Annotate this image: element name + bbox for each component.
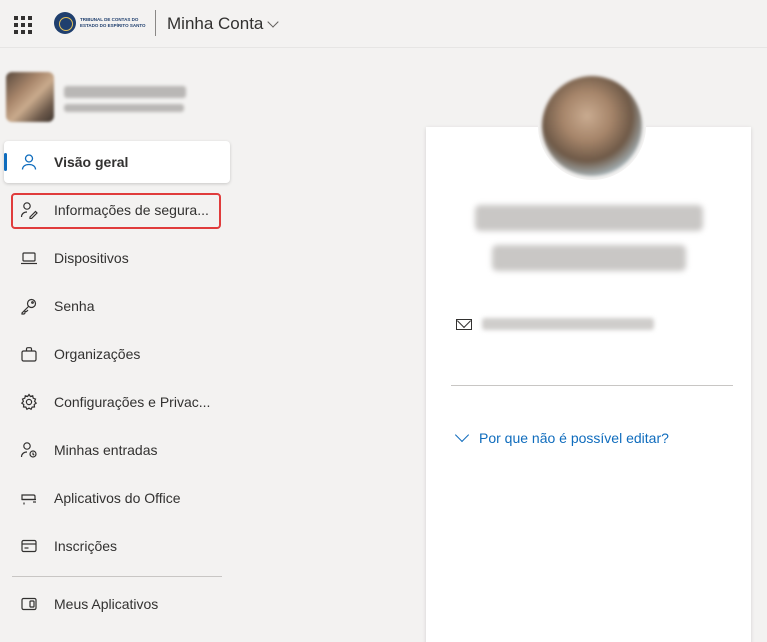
app-title: Minha Conta bbox=[167, 14, 264, 33]
nav-label-devices: Dispositivos bbox=[54, 250, 129, 266]
top-header: TRIBUNAL DE CONTAS DO ESTADO DO ESPÍRITO… bbox=[0, 0, 767, 48]
nav-label-password: Senha bbox=[54, 298, 95, 314]
nav-item-office-apps[interactable]: Aplicativos do Office bbox=[4, 477, 230, 519]
user-name-blurred bbox=[64, 86, 186, 98]
nav-item-devices[interactable]: Dispositivos bbox=[4, 237, 230, 279]
security-info-icon bbox=[20, 202, 38, 219]
profile-name-line2-blurred bbox=[426, 245, 751, 271]
app-launcher-icon[interactable] bbox=[12, 14, 32, 34]
subscriptions-icon bbox=[21, 539, 37, 553]
card-separator bbox=[451, 385, 733, 386]
nav-item-settings-privacy[interactable]: Configurações e Privac... bbox=[4, 381, 230, 423]
nav-separator bbox=[12, 576, 222, 577]
why-cant-edit-link[interactable]: Por que não é possível editar? bbox=[454, 427, 669, 446]
nav-label-organizations: Organizações bbox=[54, 346, 141, 362]
profile-name-line1-blurred bbox=[426, 205, 751, 231]
nav-item-security-info[interactable]: Informações de segura... bbox=[4, 189, 230, 231]
profile-email-row bbox=[456, 318, 654, 330]
office-apps-icon bbox=[21, 494, 36, 505]
nav-label-sign-ins: Minhas entradas bbox=[54, 442, 158, 458]
nav-item-subscriptions[interactable]: Inscrições bbox=[4, 525, 230, 567]
app-title-menu[interactable]: Minha Conta bbox=[167, 13, 280, 35]
chevron-down-icon bbox=[454, 427, 470, 443]
user-avatar bbox=[6, 72, 54, 122]
mail-icon bbox=[456, 318, 472, 330]
person-icon bbox=[21, 154, 37, 170]
nav-label-office-apps: Aplicativos do Office bbox=[54, 490, 181, 506]
nav-label-settings-privacy: Configurações e Privac... bbox=[54, 394, 211, 410]
logo-text-line2: ESTADO DO ESPÍRITO SANTO bbox=[80, 23, 146, 28]
nav-item-overview[interactable]: Visão geral bbox=[4, 141, 230, 183]
nav-item-sign-ins[interactable]: Minhas entradas bbox=[4, 429, 230, 471]
profile-photo bbox=[542, 76, 642, 176]
organization-logo[interactable]: TRIBUNAL DE CONTAS DO ESTADO DO ESPÍRITO… bbox=[54, 11, 150, 35]
nav-item-password[interactable]: Senha bbox=[4, 285, 230, 327]
nav-item-my-apps[interactable]: Meus Aplicativos bbox=[4, 583, 230, 625]
logo-seal-icon bbox=[54, 12, 76, 34]
profile-email-blurred bbox=[482, 318, 654, 330]
briefcase-icon bbox=[21, 347, 37, 362]
header-divider bbox=[155, 10, 156, 36]
nav-item-organizations[interactable]: Organizações bbox=[4, 333, 230, 375]
sign-ins-icon bbox=[20, 442, 37, 458]
chevron-down-icon bbox=[267, 15, 280, 28]
nav-label-subscriptions: Inscrições bbox=[54, 538, 118, 554]
nav-label-my-apps: Meus Aplicativos bbox=[54, 596, 159, 612]
nav-label-overview: Visão geral bbox=[54, 154, 129, 170]
user-email-blurred bbox=[64, 104, 184, 112]
my-apps-icon bbox=[21, 597, 37, 611]
why-cant-edit-text: Por que não é possível editar? bbox=[479, 430, 669, 446]
laptop-icon bbox=[21, 252, 37, 265]
gear-icon bbox=[20, 393, 38, 411]
profile-avatar bbox=[538, 72, 646, 180]
nav-label-security-info: Informações de segura... bbox=[54, 202, 209, 218]
key-icon bbox=[21, 298, 37, 315]
